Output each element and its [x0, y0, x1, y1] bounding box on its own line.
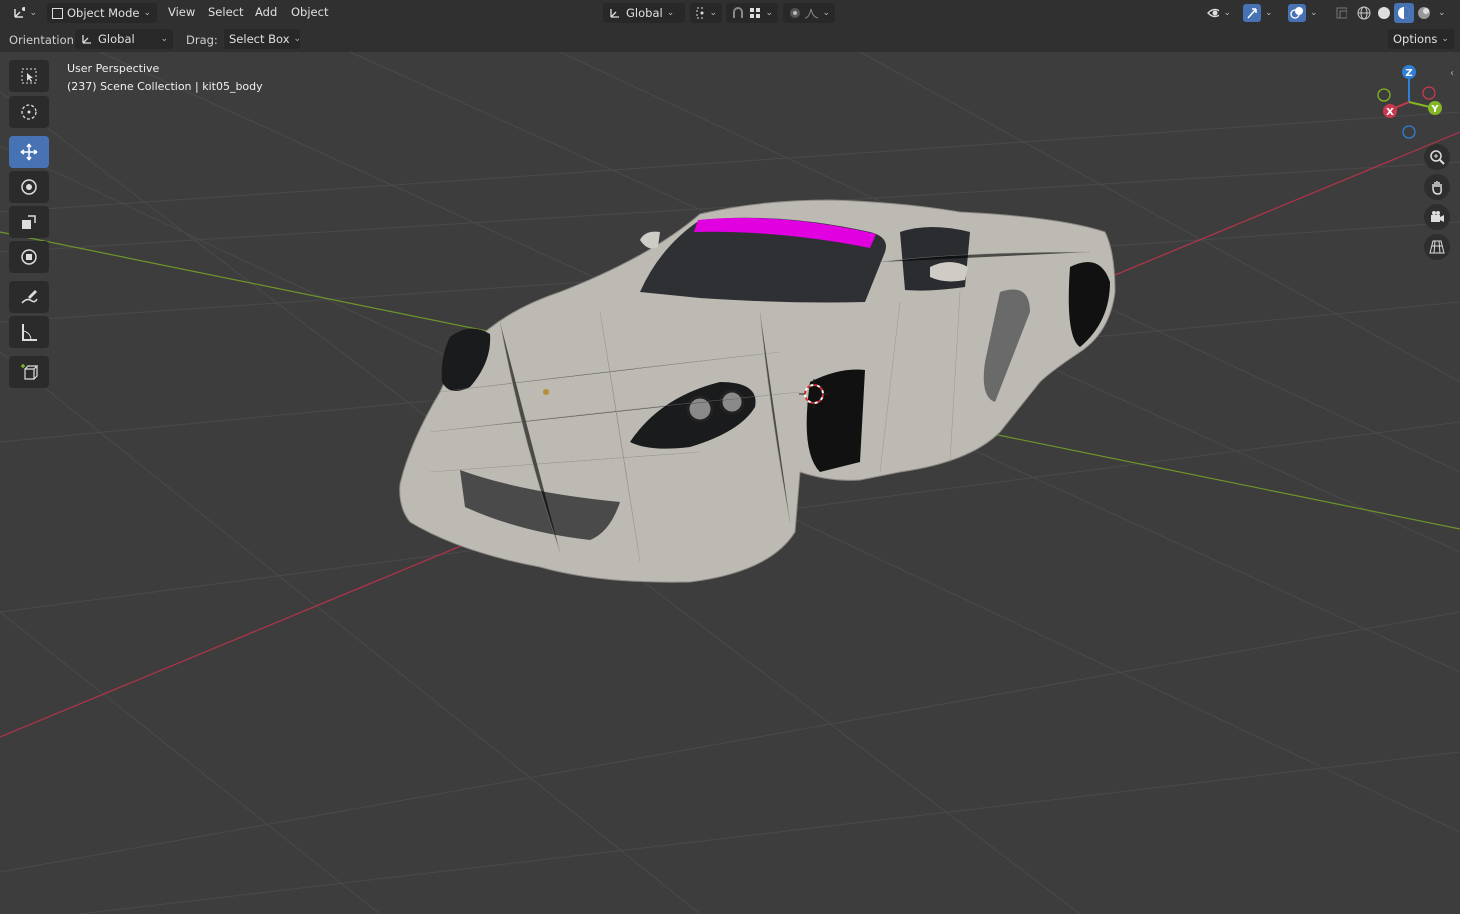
proportional-edit-controls[interactable]: ⌄ — [783, 3, 835, 23]
chevron-down-icon: ⌄ — [29, 8, 37, 18]
viewport-header: ⌄ Object Mode ⌄ View Select Add Object G… — [0, 0, 1460, 26]
chevron-down-icon: ⌄ — [160, 34, 168, 44]
pivot-point-dropdown[interactable]: ⌄ — [690, 3, 722, 23]
chevron-down-icon: ⌄ — [1310, 8, 1318, 18]
orientation-field-label: Orientation: — [9, 33, 78, 47]
orientation-dropdown[interactable]: Global ⌄ — [75, 29, 173, 49]
falloff-curve-icon — [805, 8, 819, 19]
camera-view-button[interactable] — [1424, 204, 1450, 230]
drag-dropdown[interactable]: Select Box ⌄ — [224, 29, 302, 49]
chevron-down-icon: ⌄ — [143, 8, 151, 18]
snap-increment-icon — [750, 8, 761, 18]
overlays-icon — [1288, 4, 1306, 22]
chevron-down-icon: ⌄ — [709, 8, 717, 18]
select-box-icon — [21, 68, 37, 84]
rotate-icon — [21, 179, 37, 195]
pan-button[interactable] — [1424, 174, 1450, 200]
snap-icon — [733, 7, 743, 18]
zoom-icon — [1430, 150, 1445, 165]
options-dropdown[interactable]: Options ⌄ — [1388, 29, 1454, 49]
camera-icon — [1431, 211, 1444, 222]
transform-orientation-dropdown[interactable]: Global ⌄ — [603, 3, 685, 23]
neg-x-axis-handle[interactable] — [1422, 86, 1436, 100]
tool-select-box[interactable] — [9, 60, 49, 92]
chevron-down-icon[interactable]: ⌄ — [1438, 8, 1446, 18]
chevron-down-icon: ⌄ — [822, 8, 830, 18]
tool-settings-bar: Orientation: Global ⌄ Drag: Select Box ⌄… — [0, 26, 1460, 53]
menu-object[interactable]: Object — [291, 5, 328, 19]
cursor-icon — [21, 104, 37, 120]
annotate-icon — [21, 290, 38, 304]
grid-perspective-icon — [1429, 240, 1445, 254]
add-cube-icon — [21, 364, 39, 380]
snap-controls[interactable]: ⌄ — [726, 3, 778, 23]
orientation-value: Global — [98, 32, 135, 46]
sidebar-toggle-chevron-icon[interactable]: ‹ — [1450, 68, 1454, 79]
scale-icon — [22, 215, 36, 229]
rendered-shading-icon[interactable] — [1414, 3, 1434, 23]
solid-shading-icon[interactable] — [1374, 3, 1394, 23]
drag-field-label: Drag: — [186, 33, 218, 47]
transform-icon — [21, 249, 37, 265]
tool-scale[interactable] — [9, 206, 49, 238]
navigation-gizmo[interactable]: Z Y X — [1372, 64, 1452, 144]
tool-transform[interactable] — [9, 241, 49, 273]
eye-icon — [1207, 8, 1220, 18]
view-name-label: User Perspective — [67, 62, 160, 75]
mode-dropdown[interactable]: Object Mode ⌄ — [47, 3, 157, 23]
object-mode-icon — [52, 7, 63, 19]
tool-add-cube[interactable] — [9, 356, 49, 388]
measure-icon — [22, 324, 37, 341]
editor-type-icon — [14, 7, 26, 18]
chevron-down-icon: ⌄ — [1265, 8, 1273, 18]
perspective-toggle-button[interactable] — [1424, 234, 1450, 260]
overlays-toggle[interactable]: ⌄ — [1283, 3, 1323, 23]
options-label: Options — [1393, 32, 1438, 46]
wireframe-shading-icon[interactable] — [1354, 3, 1374, 23]
scene-canvas — [0, 52, 1460, 914]
xray-toggle[interactable] — [1330, 3, 1352, 23]
menu-select[interactable]: Select — [208, 5, 243, 19]
shading-modes: ⌄ — [1354, 3, 1446, 23]
chevron-down-icon: ⌄ — [293, 34, 302, 44]
visibility-dropdown[interactable]: ⌄ — [1202, 3, 1236, 23]
tool-measure[interactable] — [9, 316, 49, 348]
chevron-down-icon: ⌄ — [666, 8, 675, 18]
gizmo-toggle[interactable]: ⌄ — [1238, 3, 1278, 23]
car-model-kit05-body[interactable] — [399, 199, 1116, 583]
orientation-label: Global — [626, 6, 663, 20]
x-axis-label: X — [1386, 107, 1394, 118]
menu-view[interactable]: View — [168, 5, 195, 19]
move-icon — [20, 143, 38, 161]
menu-add[interactable]: Add — [255, 5, 277, 19]
chevron-down-icon: ⌄ — [765, 8, 773, 18]
xray-icon — [1336, 7, 1347, 19]
proportional-edit-icon — [790, 8, 800, 18]
pivot-icon — [696, 7, 706, 19]
zoom-button[interactable] — [1424, 144, 1450, 170]
tool-cursor[interactable] — [9, 96, 49, 128]
orientation-icon — [82, 35, 91, 44]
neg-y-axis-handle[interactable] — [1377, 88, 1391, 102]
tool-annotate[interactable] — [9, 281, 49, 313]
editor-type-button[interactable]: ⌄ — [8, 3, 42, 23]
drag-value: Select Box — [229, 32, 290, 46]
orientation-icon — [610, 9, 619, 18]
gizmo-icon — [1243, 4, 1261, 22]
hand-icon — [1432, 181, 1442, 195]
3d-viewport[interactable]: User Perspective (237) Scene Collection … — [0, 52, 1460, 914]
y-axis-label: Y — [1430, 104, 1439, 115]
material-preview-shading-icon[interactable] — [1394, 3, 1414, 23]
chevron-down-icon: ⌄ — [1441, 34, 1449, 44]
tool-rotate[interactable] — [9, 171, 49, 203]
chevron-down-icon: ⌄ — [1223, 8, 1231, 18]
neg-z-axis-handle[interactable] — [1402, 125, 1416, 139]
mode-label: Object Mode — [67, 6, 140, 20]
scene-info-label: (237) Scene Collection | kit05_body — [67, 80, 263, 93]
z-axis-label: Z — [1405, 68, 1412, 79]
tool-move[interactable] — [9, 136, 49, 168]
